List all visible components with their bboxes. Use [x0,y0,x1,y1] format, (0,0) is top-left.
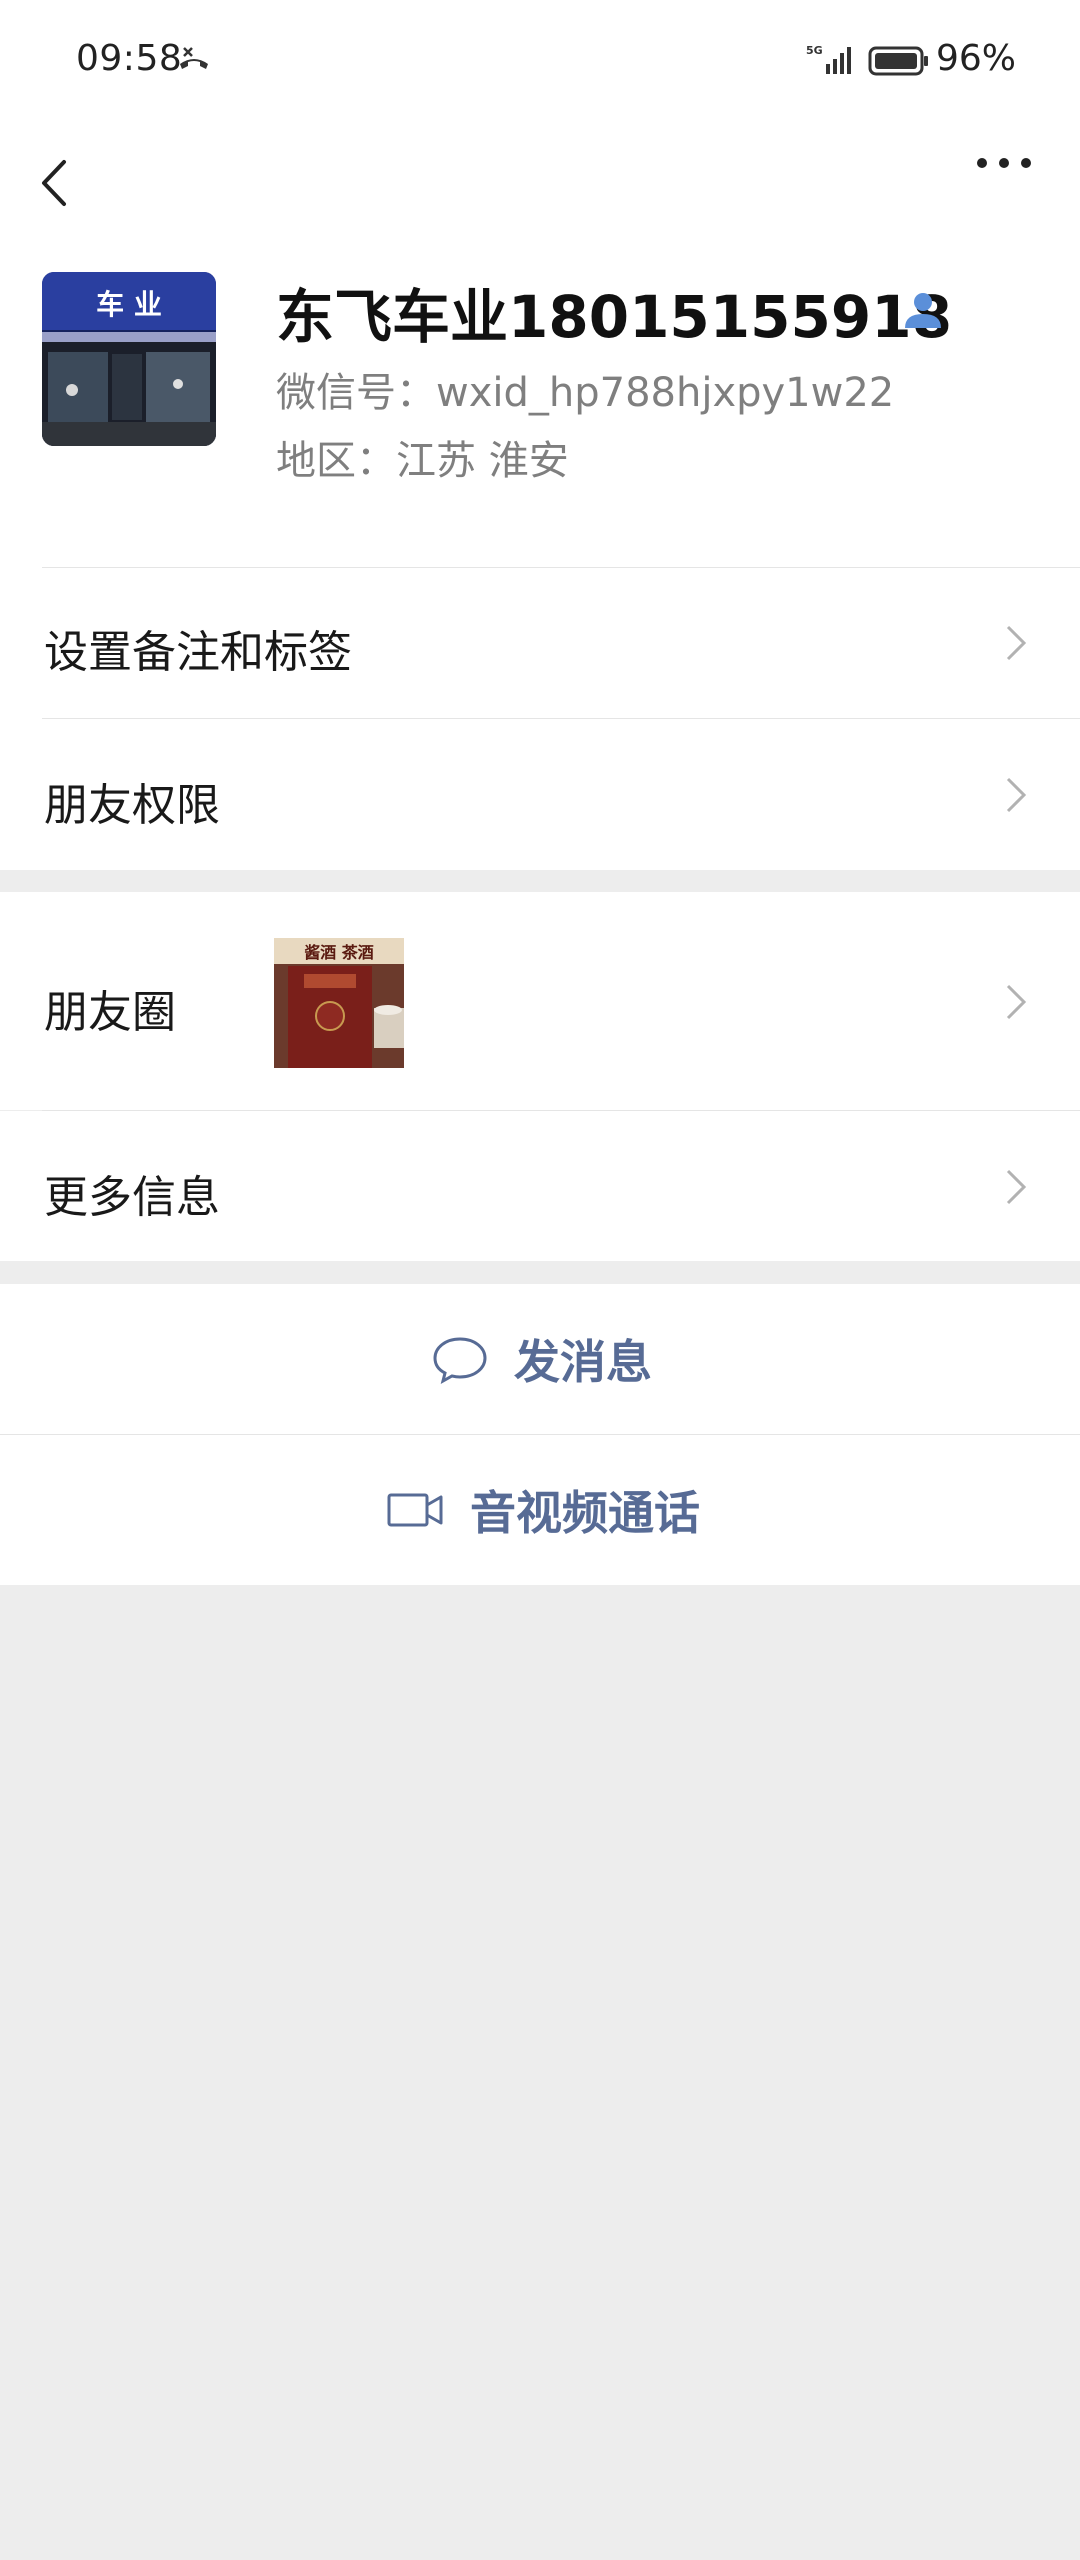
more-info-label: 更多信息 [44,1172,220,1223]
more-info-row[interactable]: 更多信息 [0,1111,1080,1261]
moments-row[interactable]: 朋友圈 [0,892,1080,1110]
contact-profile-page: 09:58 5G 96% 车 业 东飞车业18015155918 微信号：wxi… [0,0,1080,2560]
svg-text:车 业: 车 业 [96,288,162,321]
back-arrow-icon [42,160,66,206]
more-options-button[interactable] [960,128,1050,238]
status-time: 09:58 [76,38,183,79]
video-camera-icon [387,1493,443,1527]
person-icon [905,293,941,328]
video-call-button[interactable]: 音视频通话 [0,1435,1080,1585]
moments-label: 朋友圈 [44,987,176,1038]
svg-text:5G: 5G [806,44,823,57]
missed-call-icon [180,47,208,69]
battery-icon [868,46,928,76]
wechat-id: 微信号：wxid_hp788hjxpy1w22 [276,370,895,416]
friend-permissions-label: 朋友权限 [44,780,220,831]
section-gap [0,870,1080,892]
region: 地区：江苏 淮安 [276,438,569,484]
chevron-right-icon [1006,984,1027,1020]
nav-bar [0,128,1080,238]
more-dots-icon [977,158,1031,168]
remark-tags-row[interactable]: 设置备注和标签 [0,568,1080,718]
send-message-button[interactable]: 发消息 [0,1284,1080,1434]
avatar[interactable]: 车 业 [42,272,216,446]
signal-icon: 5G [806,44,851,74]
moments-thumbnail[interactable]: 酱酒 茶酒 [274,938,404,1068]
avatar-image: 车 业 [42,272,216,446]
battery-percent: 96% [936,38,1017,79]
section-gap [0,1261,1080,1284]
chevron-right-icon [1006,1169,1027,1205]
video-call-label: 音视频通话 [470,1486,700,1540]
chat-bubble-icon [433,1337,487,1384]
friend-permissions-row[interactable]: 朋友权限 [0,719,1080,870]
chevron-right-icon [1006,777,1027,813]
svg-text:酱酒 茶酒: 酱酒 茶酒 [304,943,374,962]
status-bar: 09:58 5G 96% [0,0,1080,128]
send-message-label: 发消息 [514,1335,652,1389]
remark-tags-label: 设置备注和标签 [44,627,352,678]
chevron-right-icon [1006,625,1027,661]
contact-name: 东飞车业18015155918 [276,283,952,351]
moments-photo: 酱酒 茶酒 [274,938,404,1068]
back-button[interactable] [30,128,110,238]
